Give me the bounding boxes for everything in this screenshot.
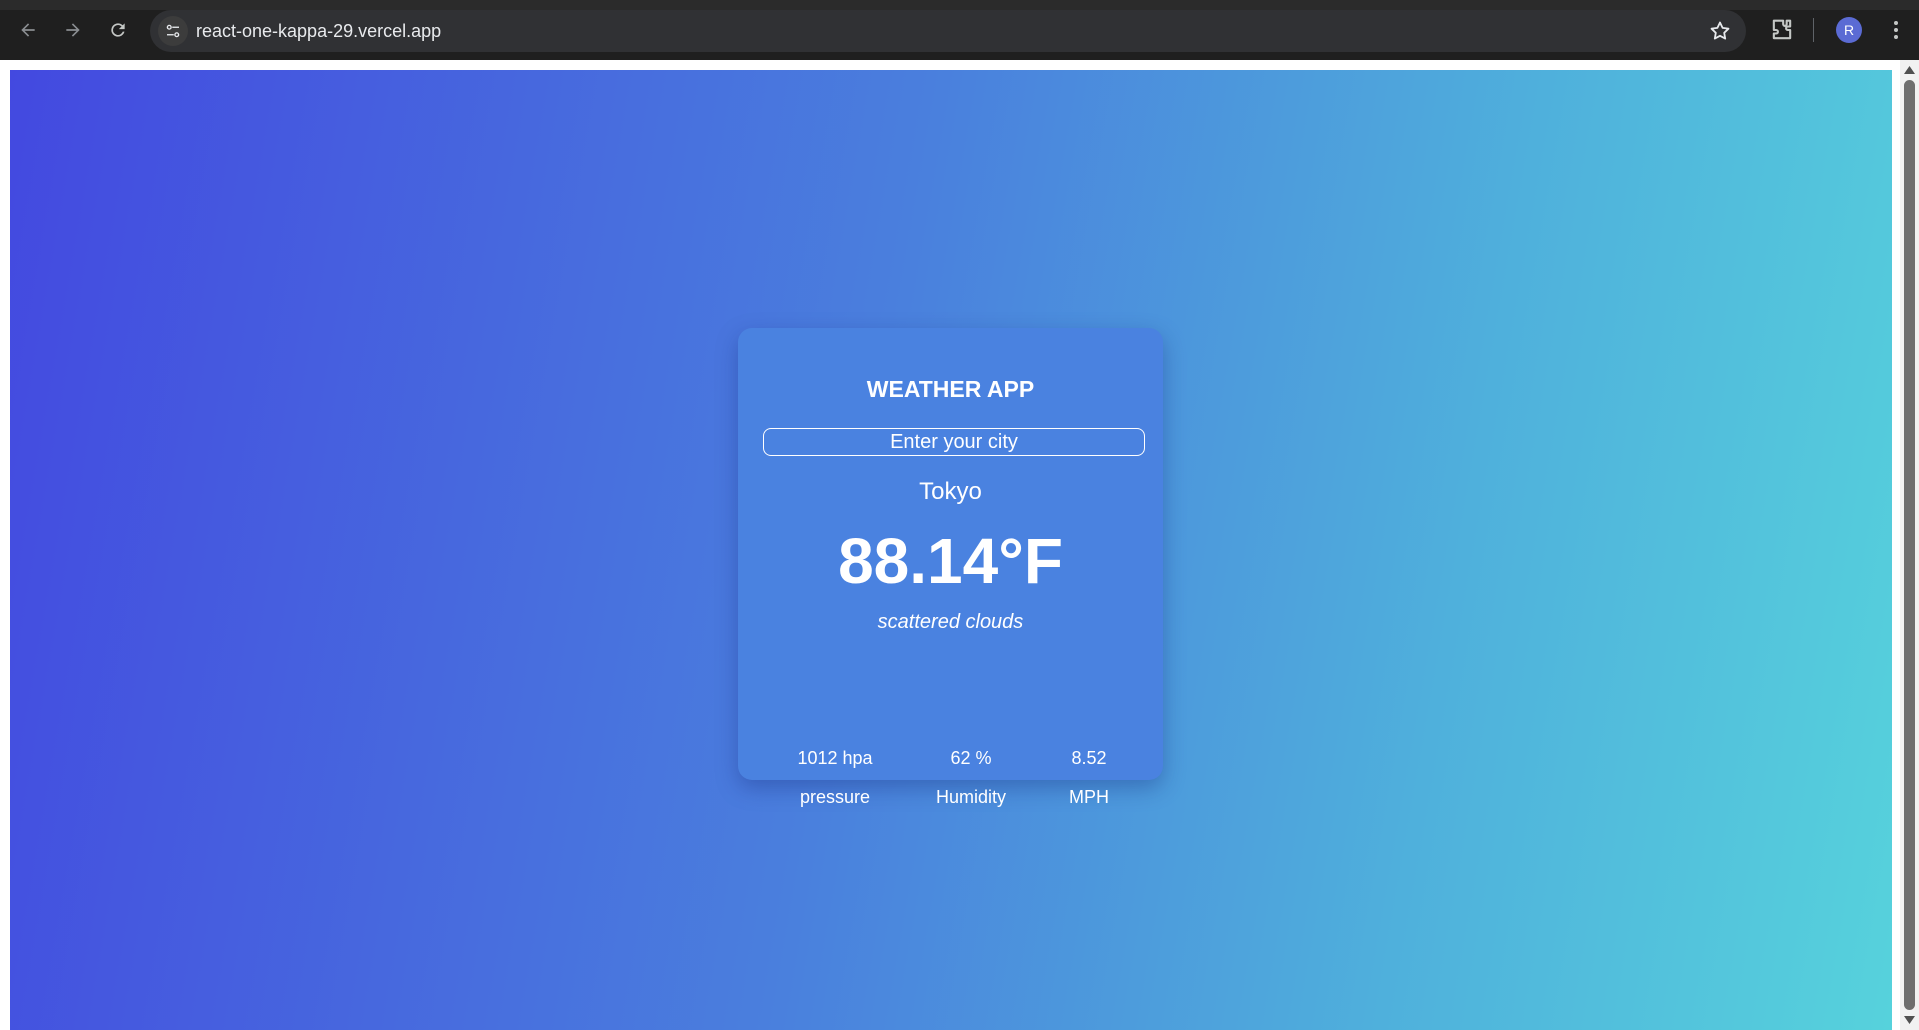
profile-avatar[interactable]: R: [1836, 17, 1862, 43]
address-bar[interactable]: react-one-kappa-29.vercel.app: [150, 10, 1746, 52]
menu-dots-icon[interactable]: [1884, 16, 1908, 44]
back-icon: [21, 23, 35, 37]
wind-speed-value: 8.52: [1071, 748, 1107, 768]
page-background: WEATHER APP Tokyo 88.14°F scattered clou…: [10, 70, 1892, 1030]
wind-speed-label: MPH: [1069, 787, 1109, 807]
url-text[interactable]: react-one-kappa-29.vercel.app: [196, 21, 441, 42]
site-info-button[interactable]: [158, 16, 188, 46]
city-name: Tokyo: [919, 478, 982, 505]
city-search-input[interactable]: [763, 428, 1145, 456]
back-button[interactable]: [12, 14, 44, 46]
scroll-down-arrow-icon[interactable]: [1903, 1014, 1916, 1026]
humidity-value: 62 %: [950, 748, 992, 768]
forward-button[interactable]: [57, 14, 89, 46]
reload-icon: [111, 23, 125, 37]
reload-button[interactable]: [102, 14, 134, 46]
weather-card: WEATHER APP Tokyo 88.14°F scattered clou…: [738, 328, 1163, 807]
scroll-up-arrow-icon[interactable]: [1903, 64, 1916, 76]
pressure-label: pressure: [799, 787, 871, 807]
weather-description: scattered clouds: [877, 611, 1024, 633]
tab-strip: [0, 0, 1919, 10]
humidity-label: Humidity: [935, 787, 1006, 807]
app-title: WEATHER APP: [866, 376, 1035, 402]
vertical-scrollbar[interactable]: [1900, 60, 1919, 1030]
bookmark-star-icon[interactable]: [1708, 19, 1732, 43]
toolbar-divider: [1813, 18, 1814, 42]
temperature-value: 88.14°F: [838, 525, 1063, 597]
browser-toolbar: react-one-kappa-29.vercel.app R: [0, 0, 1919, 60]
site-info-icon: [166, 24, 180, 38]
pressure-value: 1012 hpa: [797, 748, 873, 768]
extensions-icon[interactable]: [1768, 16, 1796, 44]
scrollbar-thumb[interactable]: [1904, 80, 1915, 1010]
forward-icon: [66, 23, 80, 37]
